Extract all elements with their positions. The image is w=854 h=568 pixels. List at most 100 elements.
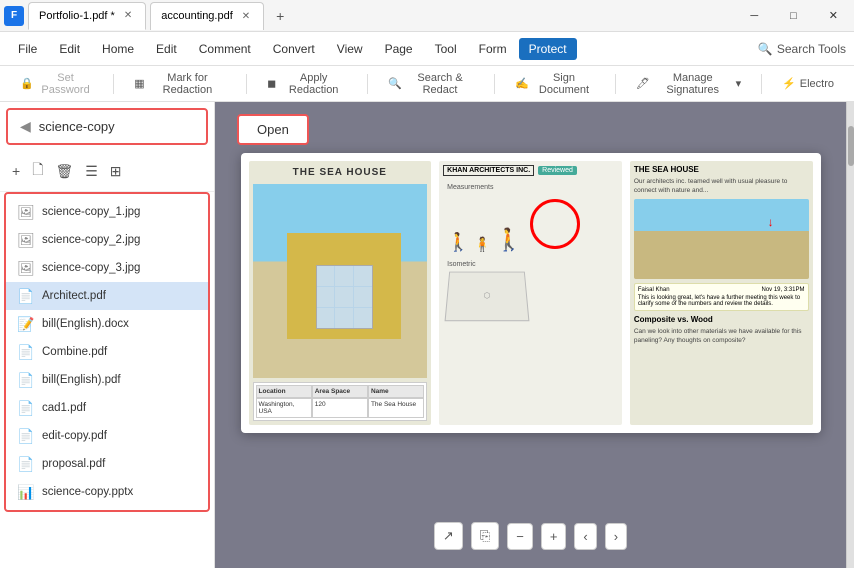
scroll-thumb xyxy=(848,126,854,166)
pdf-preview: THE SEA HOUSE xyxy=(241,153,821,433)
toolbar: 🔒 Set Password ▦ Mark for Redaction ◼ Ap… xyxy=(0,66,854,102)
window-pane xyxy=(335,266,353,286)
apply-redaction-icon: ◼ xyxy=(267,77,276,90)
file-name: Architect.pdf xyxy=(42,290,106,302)
menu-convert[interactable]: Convert xyxy=(263,38,325,60)
tab-portfolio[interactable]: Portfolio-1.pdf * ✕ xyxy=(28,2,146,30)
menu-view[interactable]: View xyxy=(327,38,373,60)
list-item[interactable]: 📝 bill(English).docx xyxy=(6,310,208,338)
open-button[interactable]: Open xyxy=(237,114,309,145)
set-password-label: Set Password xyxy=(38,72,94,96)
list-item[interactable]: 🖼 science-copy_1.jpg xyxy=(6,198,208,226)
preview-panel-right: THE SEA HOUSE Our architects inc. teamed… xyxy=(630,161,813,425)
list-item[interactable]: 📄 Combine.pdf xyxy=(6,338,208,366)
apply-redaction-label: Apply Redaction xyxy=(280,72,347,96)
list-item[interactable]: 📄 cad1.pdf xyxy=(6,394,208,422)
prev-page-button[interactable]: ‹ xyxy=(574,523,596,550)
app-logo: F xyxy=(4,6,24,26)
search-tools[interactable]: 🔍 Search Tools xyxy=(758,42,846,56)
composite-title: Composite vs. Wood xyxy=(634,315,809,324)
comment-box: Faisal Khan Nov 19, 3:31PM This is looki… xyxy=(634,283,809,311)
menu-file[interactable]: File xyxy=(8,38,47,60)
tab-accounting-close[interactable]: ✕ xyxy=(239,10,253,23)
window-controls: ─ □ ✕ xyxy=(738,5,850,26)
chevron-down-icon: ▾ xyxy=(736,77,742,90)
menu-page[interactable]: Page xyxy=(375,38,423,60)
menu-tool[interactable]: Tool xyxy=(425,38,467,60)
new-tab-button[interactable]: + xyxy=(268,4,292,28)
tab-accounting-label: accounting.pdf xyxy=(161,10,233,22)
file-name: science-copy_1.jpg xyxy=(42,206,140,218)
sidebar-header[interactable]: ◀ science-copy xyxy=(6,108,208,145)
bottom-bar: ↗ ⎘ − + ‹ › xyxy=(428,516,633,556)
maximize-button[interactable]: □ xyxy=(778,6,809,26)
toolbar-sep-4 xyxy=(494,74,495,94)
file-name: science-copy_3.jpg xyxy=(42,262,140,274)
tab-accounting[interactable]: accounting.pdf ✕ xyxy=(150,2,264,30)
window-pane xyxy=(335,287,353,307)
minimize-button[interactable]: ─ xyxy=(738,6,770,26)
zoom-out-button[interactable]: − xyxy=(507,523,533,550)
right-sea-house-description: Our architects inc. teamed well with usu… xyxy=(634,177,809,195)
list-item[interactable]: 📄 proposal.pdf xyxy=(6,450,208,478)
electro-button[interactable]: ⚡ Electro xyxy=(774,73,842,94)
window-pane xyxy=(354,266,372,286)
delete-button[interactable]: 🗑 xyxy=(51,159,77,184)
file-list: 🖼 science-copy_1.jpg 🖼 science-copy_2.jp… xyxy=(4,192,210,512)
add-file-button[interactable]: + xyxy=(8,159,24,183)
right-scrollbar[interactable] xyxy=(846,102,854,568)
manage-signatures-button[interactable]: 🖊 Manage Signatures ▾ xyxy=(628,68,749,100)
list-item-selected[interactable]: 📄 Architect.pdf xyxy=(6,282,208,310)
sign-icon: ✍ xyxy=(515,77,529,90)
list-item[interactable]: 🖼 science-copy_3.jpg xyxy=(6,254,208,282)
new-file-button[interactable]: 🗋 xyxy=(28,155,47,187)
menu-protect[interactable]: Protect xyxy=(519,38,577,60)
measurements-content: 🚶 🧍 🚶 xyxy=(447,195,614,253)
search-redact-label: Search & Redact xyxy=(406,72,475,96)
apply-redaction-button[interactable]: ◼ Apply Redaction xyxy=(259,68,355,100)
menu-edit-left[interactable]: Edit xyxy=(49,38,90,60)
sea-house-preview: THE SEA HOUSE xyxy=(249,161,432,425)
sign-document-button[interactable]: ✍ Sign Document xyxy=(507,68,603,100)
tab-portfolio-label: Portfolio-1.pdf * xyxy=(39,10,115,22)
export-button[interactable]: ↗ xyxy=(434,522,463,550)
grid-view-button[interactable]: ⊞ xyxy=(106,159,126,184)
search-redact-icon: 🔍 xyxy=(388,77,402,90)
set-password-button[interactable]: 🔒 Set Password xyxy=(12,68,101,100)
toolbar-sep-5 xyxy=(615,74,616,94)
back-icon: ◀ xyxy=(20,118,31,135)
comment-date: Nov 19, 3:31PM xyxy=(761,287,804,293)
menu-form[interactable]: Form xyxy=(469,38,517,60)
tab-portfolio-close[interactable]: ✕ xyxy=(121,9,135,22)
sidebar-toolbar: + 🗋 🗑 ☰ ⊞ xyxy=(0,151,214,192)
right-panel-content: THE SEA HOUSE Our architects inc. teamed… xyxy=(630,161,813,353)
list-item[interactable]: 🖼 science-copy_2.jpg xyxy=(6,226,208,254)
save-button[interactable]: ⎘ xyxy=(471,522,499,550)
window-pane xyxy=(317,308,335,328)
list-view-button[interactable]: ☰ xyxy=(81,159,102,184)
list-item[interactable]: 📄 edit-copy.pdf xyxy=(6,422,208,450)
list-item[interactable]: 📄 bill(English).pdf xyxy=(6,366,208,394)
sidebar: ◀ science-copy + 🗋 🗑 ☰ ⊞ 🖼 science-copy_… xyxy=(0,102,215,568)
close-button[interactable]: ✕ xyxy=(817,5,850,26)
electro-label: Electro xyxy=(800,78,834,90)
file-name: edit-copy.pdf xyxy=(42,430,107,442)
composite-text: Can we look into other materials we have… xyxy=(634,327,809,345)
right-sea-house-title: THE SEA HOUSE xyxy=(634,165,809,174)
toolbar-sep-1 xyxy=(113,74,114,94)
zoom-in-button[interactable]: + xyxy=(541,523,567,550)
building xyxy=(287,233,401,340)
isometric-box: ⬡ xyxy=(445,272,530,322)
menu-home[interactable]: Home xyxy=(92,38,144,60)
list-item[interactable]: 📊 science-copy.pptx xyxy=(6,478,208,506)
person-figure-3: 🚶 xyxy=(495,227,522,253)
electro-icon: ⚡ xyxy=(782,77,796,90)
menu-edit[interactable]: Edit xyxy=(146,38,187,60)
menu-comment[interactable]: Comment xyxy=(189,38,261,60)
building-window xyxy=(316,265,373,329)
circle-annotation xyxy=(530,199,580,249)
next-page-button[interactable]: › xyxy=(605,523,627,550)
main-layout: ◀ science-copy + 🗋 🗑 ☰ ⊞ 🖼 science-copy_… xyxy=(0,102,854,568)
mark-redaction-button[interactable]: ▦ Mark for Redaction xyxy=(126,68,234,100)
search-redact-button[interactable]: 🔍 Search & Redact xyxy=(380,68,482,100)
